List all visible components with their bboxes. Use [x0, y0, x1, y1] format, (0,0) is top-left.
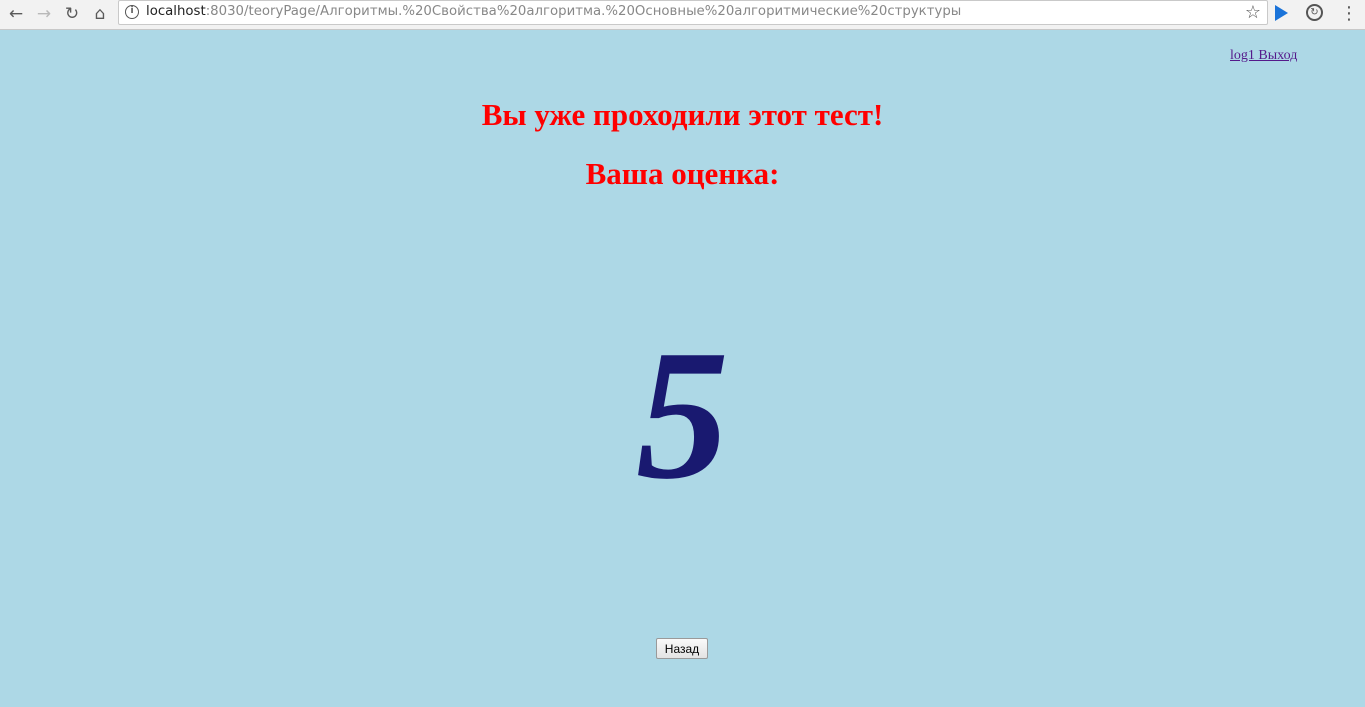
- already-taken-heading: Вы уже проходили этот тест!: [481, 97, 884, 132]
- grade-value: 5: [636, 312, 729, 518]
- home-icon[interactable]: ⌂: [89, 3, 111, 25]
- play-extension-icon[interactable]: [1275, 5, 1288, 21]
- reload-icon[interactable]: ↻: [61, 3, 83, 25]
- address-bar[interactable]: i localhost:8030/teoryPage/Алгоритмы.%20…: [118, 0, 1268, 25]
- url-text[interactable]: localhost:8030/teoryPage/Алгоритмы.%20Св…: [146, 4, 961, 19]
- back-icon[interactable]: ←: [5, 3, 27, 25]
- info-icon[interactable]: i: [125, 5, 139, 19]
- url-host: localhost: [146, 4, 206, 19]
- back-button[interactable]: Назад: [656, 638, 708, 659]
- user-logout-link[interactable]: log1 Выход: [1230, 48, 1297, 64]
- url-path: :8030/teoryPage/Алгоритмы.%20Свойства%20…: [205, 4, 962, 19]
- star-icon[interactable]: ☆: [1245, 2, 1261, 23]
- menu-icon[interactable]: ⋮: [1340, 3, 1358, 25]
- sync-extension-icon[interactable]: ↻: [1306, 4, 1323, 21]
- browser-toolbar: ← → ↻ ⌂ i localhost:8030/teoryPage/Алгор…: [0, 0, 1365, 30]
- forward-icon[interactable]: →: [33, 3, 55, 25]
- your-grade-heading: Ваша оценка:: [585, 156, 780, 191]
